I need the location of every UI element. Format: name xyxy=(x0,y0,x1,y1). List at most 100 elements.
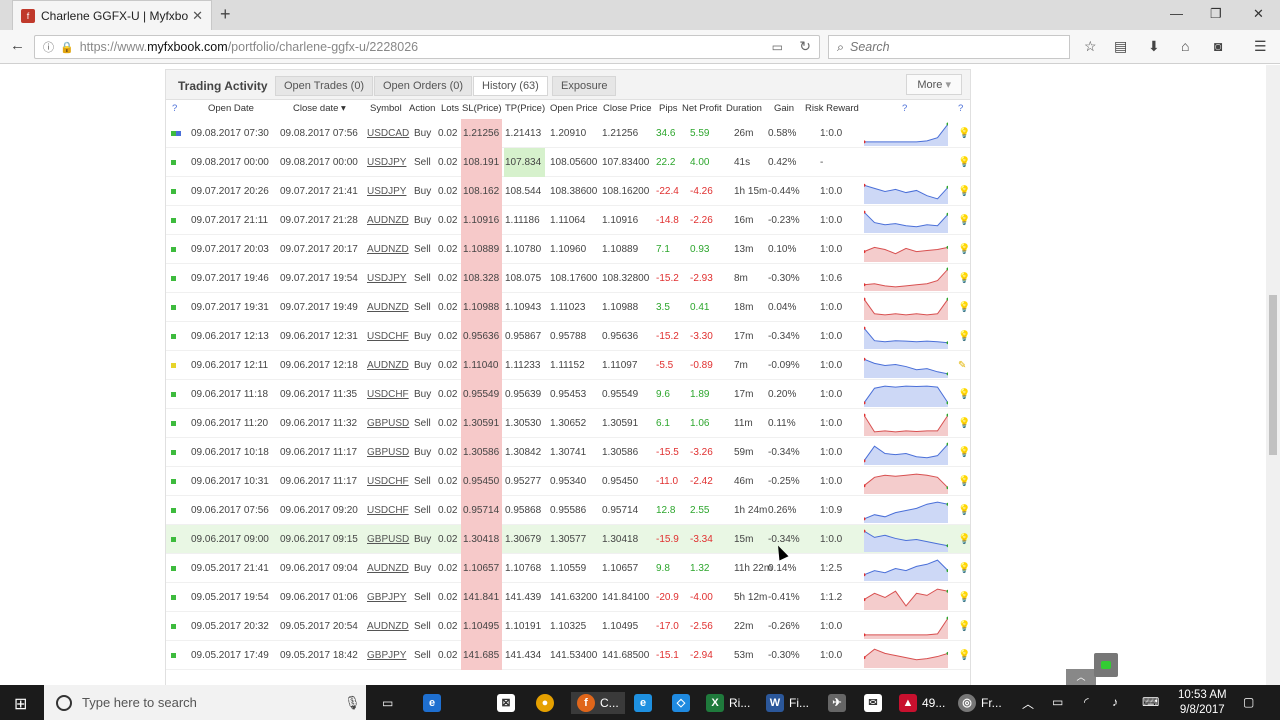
lightbulb-icon[interactable]: 💡 xyxy=(958,641,970,670)
cell-symbol[interactable]: AUDNZD xyxy=(367,206,409,235)
mail-icon[interactable]: ✉ xyxy=(864,692,887,714)
table-row[interactable]: 09.07.2017 19:31 09.07.2017 19:49 AUDNZD Se… xyxy=(166,293,970,322)
lightbulb-icon[interactable]: 💡 xyxy=(958,583,970,612)
library-icon[interactable]: ▤ xyxy=(1114,38,1127,55)
col-close-price[interactable]: Close Price xyxy=(603,103,652,114)
reader-view-icon[interactable]: ▭ xyxy=(772,40,783,54)
lightbulb-icon[interactable]: 💡 xyxy=(958,438,970,467)
table-row[interactable]: 09.06.2017 12:11 09.06.2017 12:18 AUDNZD Bu… xyxy=(166,351,970,380)
cell-symbol[interactable]: GBPUSD xyxy=(367,438,409,467)
cell-symbol[interactable]: AUDNZD xyxy=(367,293,409,322)
bookmark-star-icon[interactable]: ☆ xyxy=(1084,38,1097,55)
minimize-icon[interactable]: — xyxy=(1170,6,1183,21)
lightbulb-icon[interactable]: 💡 xyxy=(958,148,970,177)
table-row[interactable]: 09.06.2017 09:00 09.06.2017 09:15 GBPUSD Bu… xyxy=(166,525,970,554)
download-icon[interactable]: ⬇ xyxy=(1148,38,1160,55)
lightbulb-icon[interactable]: 💡 xyxy=(958,409,970,438)
lightbulb-icon[interactable]: 💡 xyxy=(958,612,970,641)
lightbulb-icon[interactable]: 💡 xyxy=(958,467,970,496)
microphone-icon[interactable]: 🎙 xyxy=(344,695,361,711)
lightbulb-icon[interactable]: 💡 xyxy=(958,525,970,554)
menu-hamburger-icon[interactable]: ☰ xyxy=(1254,38,1267,55)
edit-pencil-icon[interactable]: ✎ xyxy=(958,351,966,380)
edge-icon[interactable]: e xyxy=(423,692,446,714)
table-row[interactable]: 09.06.2017 11:20 09.06.2017 11:32 GBPUSD Se… xyxy=(166,409,970,438)
table-row[interactable]: 09.05.2017 20:32 09.05.2017 20:54 AUDNZD Se… xyxy=(166,612,970,641)
lightbulb-icon[interactable]: 💡 xyxy=(958,322,970,351)
table-row[interactable]: 09.07.2017 20:26 09.07.2017 21:41 USDJPY Bu… xyxy=(166,177,970,206)
table-row[interactable]: 09.06.2017 12:13 09.06.2017 12:31 USDCHF Bu… xyxy=(166,322,970,351)
more-button[interactable]: More ▾ xyxy=(906,74,962,95)
lightbulb-icon[interactable]: 💡 xyxy=(958,496,970,525)
notifications-icon[interactable]: ▢ xyxy=(1243,695,1254,709)
table-row[interactable]: 09.08.2017 07:30 09.08.2017 07:56 USDCAD Bu… xyxy=(166,119,970,148)
table-row[interactable]: 09.06.2017 11:18 09.06.2017 11:35 USDCHF Bu… xyxy=(166,380,970,409)
taskbar-search-input[interactable]: Type here to search 🎙 xyxy=(44,685,366,720)
cell-symbol[interactable]: GBPJPY xyxy=(367,641,406,670)
col-pips[interactable]: Pips xyxy=(659,103,677,114)
cell-symbol[interactable]: AUDNZD xyxy=(367,351,409,380)
close-window-icon[interactable]: ✕ xyxy=(1253,6,1264,22)
app-icon[interactable]: ✈ xyxy=(828,692,851,714)
volume-icon[interactable]: ♪ xyxy=(1112,695,1118,709)
chat-icon[interactable] xyxy=(1094,653,1118,677)
tab-open-orders[interactable]: Open Orders (0) xyxy=(374,76,473,96)
store-icon[interactable]: ⊠ xyxy=(497,692,520,714)
cell-symbol[interactable]: USDCAD xyxy=(367,119,409,148)
browser-tab[interactable]: f Charlene GGFX-U | Myfxboo ✕ xyxy=(12,0,212,30)
col-lots[interactable]: Lots xyxy=(441,103,459,114)
table-row[interactable]: 09.07.2017 21:11 09.07.2017 21:28 AUDNZD Bu… xyxy=(166,206,970,235)
col-close-date[interactable]: Close date ▾ xyxy=(293,103,346,114)
col-tp[interactable]: TP(Price) xyxy=(505,103,545,114)
url-bar[interactable]: ⓘ 🔒 https://www. myfxbook.com/portfolio/c… xyxy=(34,35,820,59)
table-row[interactable]: 09.06.2017 10:31 09.06.2017 11:17 USDCHF Se… xyxy=(166,467,970,496)
tab-open-trades[interactable]: Open Trades (0) xyxy=(275,76,374,96)
cell-symbol[interactable]: USDJPY xyxy=(367,264,406,293)
table-row[interactable]: 09.06.2017 10:18 09.06.2017 11:17 GBPUSD Bu… xyxy=(166,438,970,467)
col-open-price[interactable]: Open Price xyxy=(550,103,598,114)
tab-history[interactable]: History (63) xyxy=(473,76,548,96)
back-arrow-icon[interactable]: ← xyxy=(10,37,25,54)
cell-symbol[interactable]: USDCHF xyxy=(367,322,409,351)
cell-symbol[interactable]: AUDNZD xyxy=(367,612,409,641)
help-icon[interactable]: ? xyxy=(902,103,907,114)
cell-symbol[interactable]: USDCHF xyxy=(367,467,409,496)
lightbulb-icon[interactable]: 💡 xyxy=(958,264,970,293)
cell-symbol[interactable]: GBPUSD xyxy=(367,409,409,438)
table-row[interactable]: 09.05.2017 21:41 09.06.2017 09:04 AUDNZD Bu… xyxy=(166,554,970,583)
cell-symbol[interactable]: AUDNZD xyxy=(367,554,409,583)
col-symbol[interactable]: Symbol xyxy=(370,103,402,114)
battery-icon[interactable]: ▭ xyxy=(1052,695,1063,709)
lightbulb-icon[interactable]: 💡 xyxy=(958,293,970,322)
wifi-icon[interactable]: ◜ xyxy=(1084,695,1089,709)
keyboard-icon[interactable]: ⌨ xyxy=(1142,695,1159,709)
page-scrollbar[interactable] xyxy=(1266,65,1280,685)
lightbulb-icon[interactable]: 💡 xyxy=(958,119,970,148)
table-row[interactable]: 09.06.2017 07:56 09.06.2017 09:20 USDCHF Se… xyxy=(166,496,970,525)
lightbulb-icon[interactable]: 💡 xyxy=(958,380,970,409)
pocket-icon[interactable]: ◙ xyxy=(1214,38,1222,54)
windows-start-icon[interactable]: ⊞ xyxy=(14,694,27,714)
scroll-to-top-button[interactable]: ︿ xyxy=(1066,669,1096,685)
lightbulb-icon[interactable]: 💡 xyxy=(958,177,970,206)
cell-symbol[interactable]: GBPUSD xyxy=(367,525,409,554)
help-icon[interactable]: ? xyxy=(958,103,963,114)
taskbar-app-other[interactable]: ◎ Fr... xyxy=(958,692,1002,714)
cell-symbol[interactable]: USDCHF xyxy=(367,496,409,525)
ie-icon[interactable]: e xyxy=(634,692,657,714)
home-icon[interactable]: ⌂ xyxy=(1181,38,1189,54)
table-row[interactable]: 09.07.2017 20:03 09.07.2017 20:17 AUDNZD Se… xyxy=(166,235,970,264)
chrome-icon[interactable]: ● xyxy=(536,692,559,714)
tray-chevron-icon[interactable]: ︿ xyxy=(1022,695,1034,712)
taskbar-app-alert[interactable]: ▲ 49... xyxy=(899,692,945,714)
task-view-icon[interactable]: ▭ xyxy=(382,692,393,714)
new-tab-plus-icon[interactable]: + xyxy=(220,4,231,25)
cell-symbol[interactable]: USDJPY xyxy=(367,148,406,177)
table-row[interactable]: 09.05.2017 17:49 09.05.2017 18:42 GBPJPY Se… xyxy=(166,641,970,670)
taskbar-app-firefox[interactable]: f C... xyxy=(571,692,625,714)
close-tab-icon[interactable]: ✕ xyxy=(192,8,203,24)
taskbar-app-excel[interactable]: X Ri... xyxy=(706,692,750,714)
lightbulb-icon[interactable]: 💡 xyxy=(958,554,970,583)
col-duration[interactable]: Duration xyxy=(726,103,762,114)
maximize-icon[interactable]: ❐ xyxy=(1210,6,1222,22)
